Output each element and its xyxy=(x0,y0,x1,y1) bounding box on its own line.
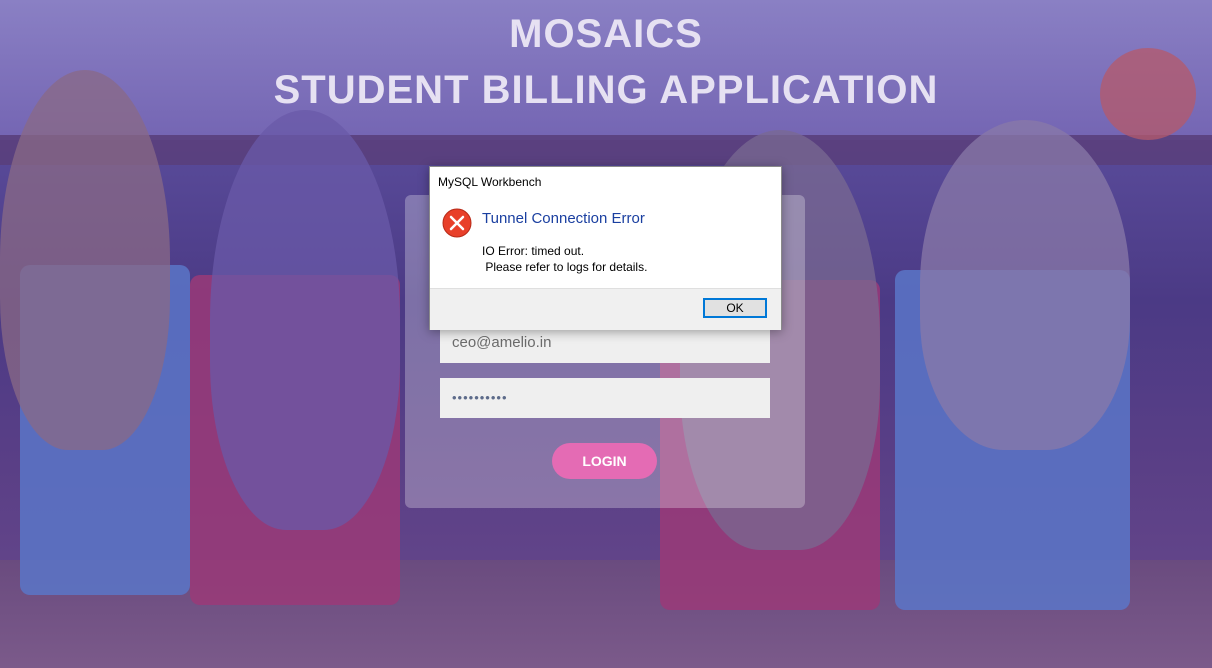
background-child xyxy=(920,120,1130,450)
ok-button[interactable]: OK xyxy=(703,298,767,318)
dialog-footer: OK xyxy=(430,288,781,330)
app-subtitle: STUDENT BILLING APPLICATION xyxy=(273,68,939,112)
error-dialog: MySQL Workbench Tunnel Connection Error … xyxy=(429,166,782,330)
login-button[interactable]: LOGIN xyxy=(552,443,657,479)
dialog-message: IO Error: timed out. xyxy=(482,244,585,258)
dialog-message-details: Please refer to logs for details. xyxy=(482,260,648,274)
dialog-window-title: MySQL Workbench xyxy=(438,175,542,189)
error-x-icon xyxy=(442,208,472,238)
dialog-heading: Tunnel Connection Error xyxy=(482,210,645,227)
background-child xyxy=(210,110,400,530)
background-child xyxy=(0,70,170,450)
password-field[interactable]: •••••••••• xyxy=(440,378,770,418)
app-title: MOSAICS xyxy=(509,12,703,56)
